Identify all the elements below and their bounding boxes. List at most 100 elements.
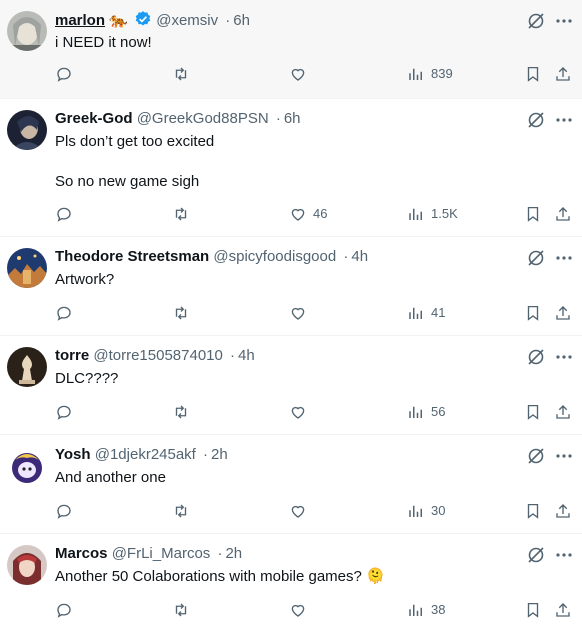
tweet[interactable]: Marcos @FrLi_Marcos · 2h Another 50 Colab…: [0, 534, 582, 626]
timestamp[interactable]: 2h: [211, 446, 228, 463]
timestamp[interactable]: 4h: [238, 347, 255, 364]
bookmark-button[interactable]: [524, 501, 542, 521]
bookmark-icon: [527, 404, 539, 420]
avatar[interactable]: [7, 545, 47, 585]
views-button[interactable]: 56: [407, 402, 445, 422]
reply-icon: [57, 504, 71, 519]
display-name[interactable]: Yosh: [55, 446, 91, 463]
like-button[interactable]: [289, 303, 313, 323]
grok-icon[interactable]: [526, 545, 546, 565]
handle[interactable]: @xemsiv: [156, 12, 218, 29]
repost-button[interactable]: [172, 501, 190, 521]
more-options-icon[interactable]: [554, 11, 574, 31]
share-icon: [556, 504, 570, 518]
reply-button[interactable]: [55, 64, 73, 84]
tweet[interactable]: Yosh @1djekr245akf · 2h And another one 3…: [0, 435, 582, 534]
tweet-header: Yosh @1djekr245akf · 2h: [55, 445, 492, 465]
share-icon: [556, 603, 570, 617]
tweet-text: Another 50 Colaborations with mobile gam…: [55, 568, 385, 585]
handle[interactable]: @1djekr245akf: [95, 446, 196, 463]
verified-badge-icon: [134, 10, 152, 30]
share-button[interactable]: [554, 402, 572, 422]
views-button[interactable]: 30: [407, 501, 445, 521]
grok-icon[interactable]: [526, 11, 546, 31]
reply-button[interactable]: [55, 600, 73, 620]
avatar[interactable]: [7, 248, 47, 288]
tweet-text: i NEED it now!: [55, 34, 152, 51]
tweet-header: Marcos @FrLi_Marcos · 2h: [55, 544, 492, 564]
share-button[interactable]: [554, 64, 572, 84]
bookmark-button[interactable]: [524, 64, 542, 84]
repost-button[interactable]: [172, 64, 190, 84]
avatar[interactable]: [7, 347, 47, 387]
repost-button[interactable]: [172, 600, 190, 620]
reply-button[interactable]: [55, 501, 73, 521]
like-button[interactable]: 46: [289, 204, 327, 224]
display-name[interactable]: Marcos: [55, 545, 108, 562]
avatar[interactable]: [7, 11, 47, 51]
repost-button[interactable]: [172, 303, 190, 323]
reply-button[interactable]: [55, 204, 73, 224]
heart-icon: [291, 208, 305, 221]
more-options-icon[interactable]: [554, 545, 574, 565]
more-options-icon[interactable]: [554, 347, 574, 367]
timestamp[interactable]: 2h: [225, 545, 242, 562]
more-options-icon[interactable]: [554, 248, 574, 268]
grok-icon[interactable]: [526, 110, 546, 130]
display-name[interactable]: Greek-God: [55, 110, 133, 127]
tweet[interactable]: torre @torre1505874010 · 4h DLC???? 56: [0, 336, 582, 435]
reply-icon: [57, 306, 71, 321]
avatar[interactable]: [7, 110, 47, 150]
bookmark-button[interactable]: [524, 204, 542, 224]
timestamp[interactable]: 6h: [284, 110, 301, 127]
views-button[interactable]: 1.5K: [407, 204, 458, 224]
timestamp[interactable]: 4h: [351, 248, 368, 265]
reply-button[interactable]: [55, 303, 73, 323]
bookmark-button[interactable]: [524, 402, 542, 422]
avatar[interactable]: [7, 446, 47, 486]
display-name[interactable]: marlon: [55, 12, 105, 29]
more-options-icon[interactable]: [554, 110, 574, 130]
reply-button[interactable]: [55, 402, 73, 422]
display-name[interactable]: torre: [55, 347, 89, 364]
display-name[interactable]: Theodore Streetsman: [55, 248, 209, 265]
handle[interactable]: @GreekGod88PSN: [137, 110, 269, 127]
bookmark-button[interactable]: [524, 600, 542, 620]
like-button[interactable]: [289, 600, 313, 620]
share-button[interactable]: [554, 600, 572, 620]
share-button[interactable]: [554, 303, 572, 323]
tweet[interactable]: Greek-God @GreekGod88PSN · 6h Pls don’t g…: [0, 99, 582, 237]
handle[interactable]: @torre1505874010: [93, 347, 223, 364]
separator: ·: [230, 347, 236, 364]
bookmark-icon: [527, 66, 539, 82]
reply-icon: [57, 67, 71, 82]
tweet-text: Artwork?: [55, 271, 115, 288]
handle[interactable]: @FrLi_Marcos: [112, 545, 211, 562]
share-button[interactable]: [554, 204, 572, 224]
views-button[interactable]: 41: [407, 303, 445, 323]
like-button[interactable]: [289, 64, 313, 84]
more-options-icon[interactable]: [554, 446, 574, 466]
repost-icon: [175, 603, 187, 617]
view-count: 38: [431, 602, 446, 617]
repost-button[interactable]: [172, 204, 190, 224]
view-count: 56: [431, 404, 446, 419]
grok-icon[interactable]: [526, 446, 546, 466]
grok-icon[interactable]: [526, 248, 546, 268]
handle[interactable]: @spicyfoodisgood: [213, 248, 336, 265]
views-button[interactable]: 38: [407, 600, 445, 620]
share-button[interactable]: [554, 501, 572, 521]
analytics-icon: [409, 68, 422, 80]
share-icon: [556, 67, 570, 81]
timestamp[interactable]: 6h: [233, 12, 250, 29]
grok-icon[interactable]: [526, 347, 546, 367]
like-button[interactable]: [289, 501, 313, 521]
bookmark-icon: [527, 206, 539, 222]
like-button[interactable]: [289, 402, 313, 422]
tweet[interactable]: marlon 🐅 @xemsiv · 6h i NEED it now! 839: [0, 0, 582, 99]
views-button[interactable]: 839: [407, 64, 453, 84]
share-icon: [556, 306, 570, 320]
bookmark-button[interactable]: [524, 303, 542, 323]
tweet[interactable]: Theodore Streetsman @spicyfoodisgood · 4h…: [0, 237, 582, 336]
repost-button[interactable]: [172, 402, 190, 422]
